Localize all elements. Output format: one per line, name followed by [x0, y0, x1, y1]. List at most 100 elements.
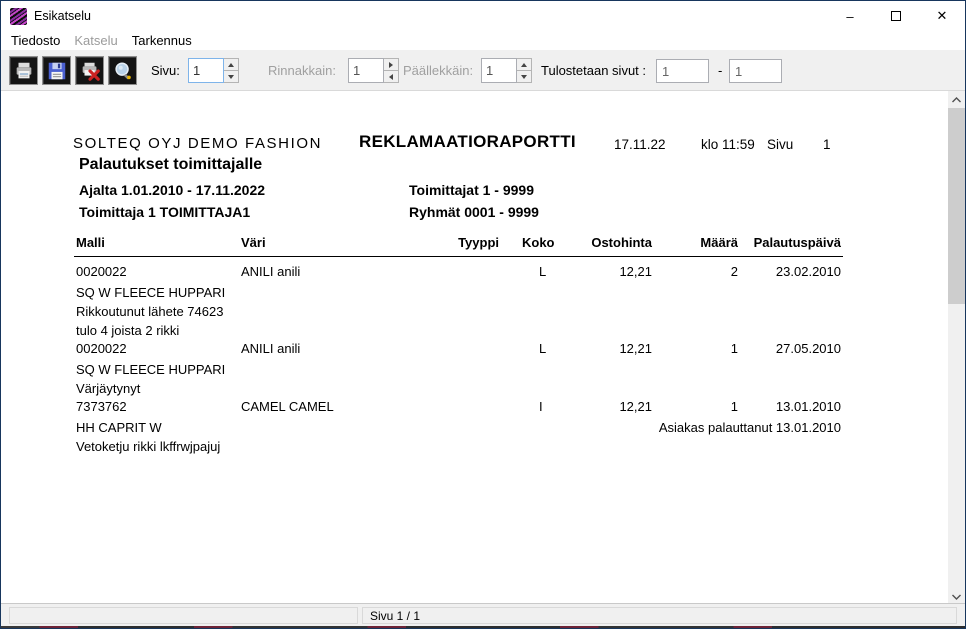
right-arrow-icon: [389, 62, 393, 68]
down-arrow-icon: [521, 75, 527, 79]
scrollbar-thumb[interactable]: [948, 108, 965, 304]
rinnakkain-label: Rinnakkain:: [268, 63, 336, 78]
maximize-button[interactable]: [873, 1, 919, 31]
paallekkain-input[interactable]: [481, 58, 517, 83]
cell-ostohinta: 12,21: [619, 264, 652, 279]
cell-maara: 1: [731, 399, 738, 414]
rinnakkain-left-button[interactable]: [384, 71, 399, 83]
report-company: SOLTEQ OYJ DEMO FASHION: [73, 135, 322, 152]
row-detail-line: Rikkoutunut lähete 74623: [76, 304, 223, 319]
down-arrow-icon: [228, 75, 234, 79]
cell-vari: ANILI anili: [241, 341, 300, 356]
zoom-button[interactable]: [108, 56, 137, 85]
row-detail-line: SQ W FLEECE HUPPARI: [76, 362, 225, 377]
print-button[interactable]: [9, 56, 38, 85]
cancel-print-button[interactable]: [75, 56, 104, 85]
cell-vari: ANILI anili: [241, 264, 300, 279]
paallekkain-up-button[interactable]: [517, 58, 532, 71]
menu-tiedosto[interactable]: Tiedosto: [4, 33, 67, 48]
menu-katselu[interactable]: Katselu: [67, 33, 124, 48]
column-header-koko: Koko: [522, 235, 555, 250]
column-header-maara: Määrä: [700, 235, 738, 250]
row-detail-line: SQ W FLEECE HUPPARI: [76, 285, 225, 300]
maximize-icon: [891, 11, 901, 21]
page-input[interactable]: [188, 58, 224, 83]
range-to-field[interactable]: [729, 59, 782, 83]
header-rule: [74, 256, 843, 257]
cell-palautuspaiva: 13.01.2010: [776, 399, 841, 414]
column-header-ostohinta: Ostohinta: [591, 235, 652, 250]
report-suppliers-range: Toimittajat 1 - 9999: [409, 182, 534, 198]
app-icon: [10, 8, 27, 25]
window-title: Esikatselu: [34, 9, 91, 23]
toolbar: Sivu: Rinnakkain: Päällekkäin: Tuloste: [1, 50, 965, 91]
left-arrow-icon: [389, 74, 393, 80]
sivu-label: Sivu:: [151, 63, 180, 78]
report-groups-range: Ryhmät 0001 - 9999: [409, 204, 539, 220]
menu-bar: Tiedosto Katselu Tarkennus: [1, 31, 965, 50]
page-up-button[interactable]: [224, 58, 239, 71]
chevron-down-icon: [952, 594, 961, 600]
report-subtitle: Palautukset toimittajalle: [79, 156, 262, 174]
preview-page: SOLTEQ OYJ DEMO FASHION REKLAMAATIORAPOR…: [1, 91, 948, 605]
window-controls: – ✕: [827, 1, 965, 31]
preview-window: Esikatselu – ✕ Tiedosto Katselu Tarkennu…: [0, 0, 966, 629]
range-separator: -: [718, 63, 722, 78]
up-arrow-icon: [521, 63, 527, 67]
report-page-label: Sivu: [767, 137, 793, 152]
title-bar: Esikatselu – ✕: [1, 1, 965, 31]
row-detail-line: Vetoketju rikki lkffrwjpajuj: [76, 439, 220, 454]
report-title: REKLAMAATIORAPORTTI: [359, 132, 576, 152]
printer-cancel-icon: [79, 60, 101, 82]
report-page-number: 1: [823, 137, 831, 152]
paallekkain-label: Päällekkäin:: [403, 63, 473, 78]
cell-palautuspaiva: 23.02.2010: [776, 264, 841, 279]
cell-maara: 1: [731, 341, 738, 356]
minimize-button[interactable]: –: [827, 1, 873, 31]
cell-palautuspaiva: 27.05.2010: [776, 341, 841, 356]
cell-malli: 0020022: [76, 341, 127, 356]
printer-icon: [13, 60, 35, 82]
chevron-up-icon: [952, 97, 961, 103]
cell-koko: L: [539, 341, 546, 356]
cell-maara: 2: [731, 264, 738, 279]
row-note: Asiakas palauttanut 13.01.2010: [659, 420, 841, 435]
desktop-edge-strip: [1, 626, 965, 628]
column-header-malli: Malli: [76, 235, 105, 250]
column-header-vari: Väri: [241, 235, 266, 250]
page-down-button[interactable]: [224, 71, 239, 83]
page-spinner: [188, 58, 239, 83]
cell-ostohinta: 12,21: [619, 399, 652, 414]
status-panel-empty: [9, 607, 358, 624]
status-bar: Sivu 1 / 1: [1, 603, 965, 626]
up-arrow-icon: [228, 63, 234, 67]
tulostetaan-label: Tulostetaan sivut :: [541, 63, 646, 78]
report: SOLTEQ OYJ DEMO FASHION REKLAMAATIORAPOR…: [1, 91, 948, 605]
magnifier-icon: [112, 60, 134, 82]
report-supplier: Toimittaja 1 TOIMITTAJA1: [79, 204, 250, 220]
column-header-palautuspaiva: Palautuspäivä: [754, 235, 841, 250]
report-date: 17.11.22: [614, 137, 666, 152]
rinnakkain-spinner: [348, 58, 399, 83]
vertical-scrollbar[interactable]: [948, 91, 965, 605]
close-button[interactable]: ✕: [919, 1, 965, 31]
row-detail-line: Värjäytynyt: [76, 381, 140, 396]
cell-malli: 7373762: [76, 399, 127, 414]
paallekkain-down-button[interactable]: [517, 71, 532, 83]
cell-koko: I: [539, 399, 543, 414]
floppy-disk-icon: [46, 60, 68, 82]
menu-tarkennus[interactable]: Tarkennus: [125, 33, 199, 48]
cell-vari: CAMEL CAMEL: [241, 399, 334, 414]
paallekkain-spinner: [481, 58, 532, 83]
row-detail-line: HH CAPRIT W: [76, 420, 162, 435]
save-button[interactable]: [42, 56, 71, 85]
cell-koko: L: [539, 264, 546, 279]
rinnakkain-input[interactable]: [348, 58, 384, 83]
row-detail-line: tulo 4 joista 2 rikki: [76, 323, 179, 338]
column-header-tyyppi: Tyyppi: [458, 235, 499, 250]
scroll-up-button[interactable]: [948, 91, 965, 108]
rinnakkain-right-button[interactable]: [384, 58, 399, 71]
report-time: klo 11:59: [701, 137, 755, 152]
range-from-field[interactable]: [656, 59, 709, 83]
status-page-info: Sivu 1 / 1: [362, 607, 957, 624]
